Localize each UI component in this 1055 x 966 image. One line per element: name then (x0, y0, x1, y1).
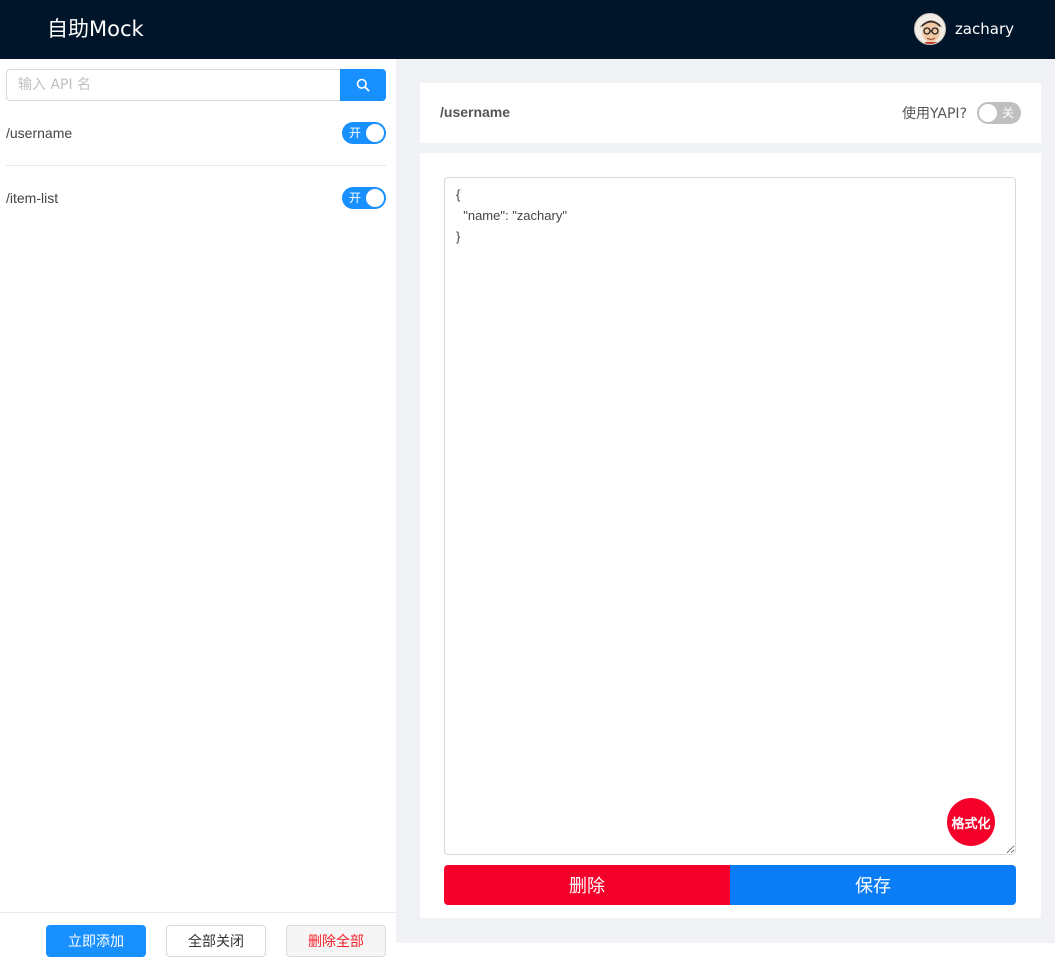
username-label[interactable]: zachary (955, 20, 1014, 38)
toggle-label: 开 (349, 191, 362, 205)
main-panel: /username 使用YAPI? 关 { "name": "zachary" … (396, 59, 1055, 943)
api-detail-header: /username 使用YAPI? 关 (420, 83, 1041, 143)
yapi-setting: 使用YAPI? 关 (902, 102, 1021, 124)
api-enable-toggle[interactable]: 开 (342, 122, 386, 144)
toggle-knob (366, 124, 384, 142)
sidebar: /username 开 /item-list 开 立即添加 全部关闭 删除全部 (0, 59, 396, 966)
save-button[interactable]: 保存 (730, 865, 1016, 905)
search-icon (356, 78, 370, 92)
avatar-icon[interactable] (913, 13, 946, 45)
delete-button[interactable]: 删除 (444, 865, 730, 905)
editor-card: { "name": "zachary" } 格式化 删除 保存 (420, 153, 1041, 918)
footer-divider (0, 912, 396, 913)
app-title: 自助Mock (47, 17, 144, 41)
toggle-knob (979, 104, 997, 122)
toggle-label: 关 (1001, 106, 1014, 120)
format-button[interactable]: 格式化 (947, 798, 995, 846)
yapi-toggle[interactable]: 关 (977, 102, 1021, 124)
user-menu[interactable]: zachary (913, 13, 1014, 45)
yapi-label: 使用YAPI? (901, 106, 967, 122)
mock-json-editor[interactable]: { "name": "zachary" } (444, 177, 1016, 855)
api-list-item[interactable]: /item-list 开 (6, 177, 386, 219)
api-path[interactable]: /item-list (6, 190, 58, 206)
list-divider (6, 165, 386, 166)
api-search-input[interactable] (6, 69, 340, 101)
delete-all-button[interactable]: 删除全部 (286, 925, 386, 957)
top-header: 自助Mock zachary (0, 0, 1055, 59)
search-button[interactable] (340, 69, 386, 101)
toggle-knob (366, 189, 384, 207)
add-now-button[interactable]: 立即添加 (46, 925, 146, 957)
api-search (6, 69, 386, 101)
api-enable-toggle[interactable]: 开 (342, 187, 386, 209)
action-bar: 删除 保存 (444, 865, 1016, 905)
close-all-button[interactable]: 全部关闭 (166, 925, 266, 957)
api-title: /username (440, 104, 511, 120)
api-list-item[interactable]: /username 开 (6, 112, 386, 154)
toggle-label: 开 (349, 126, 362, 140)
api-path[interactable]: /username (6, 125, 72, 141)
